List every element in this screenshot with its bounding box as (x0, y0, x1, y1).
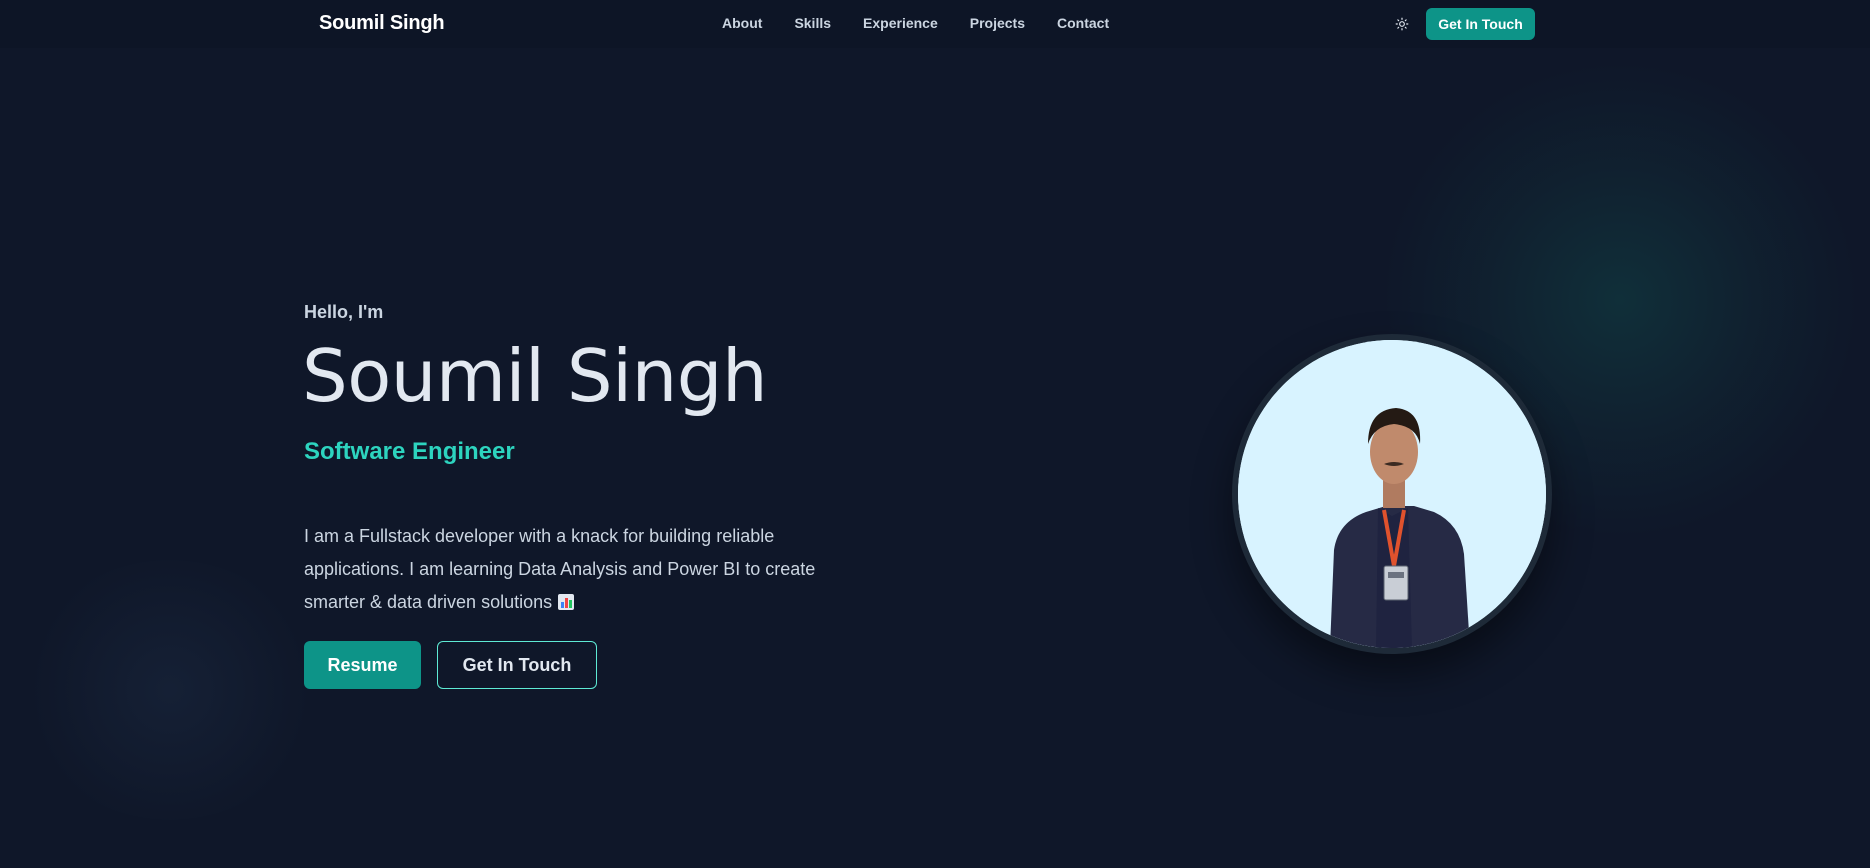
page: Soumil Singh About Skills Experience Pro… (0, 0, 1870, 868)
nav-link-about[interactable]: About (722, 15, 762, 31)
get-in-touch-button[interactable]: Get In Touch (437, 641, 597, 689)
nav-link-contact[interactable]: Contact (1057, 15, 1109, 31)
nav-get-in-touch-button[interactable]: Get In Touch (1426, 8, 1535, 40)
hero-greeting: Hello, I'm (304, 302, 384, 322)
nav-links: About Skills Experience Projects Contact (722, 15, 1109, 31)
hero-description: I am a Fullstack developer with a knack … (304, 520, 864, 619)
profile-photo (1238, 340, 1546, 648)
nav-link-projects[interactable]: Projects (970, 15, 1025, 31)
hero-role: Software Engineer (304, 438, 515, 465)
sun-icon (1395, 17, 1409, 31)
nav-link-experience[interactable]: Experience (863, 15, 938, 31)
resume-button[interactable]: Resume (304, 641, 421, 689)
theme-toggle-button[interactable] (1390, 13, 1414, 35)
brand-logo[interactable]: Soumil Singh (319, 12, 445, 35)
background-glow (20, 560, 320, 820)
avatar-frame (1232, 334, 1552, 654)
nav-link-skills[interactable]: Skills (794, 15, 831, 31)
bar-chart-emoji-icon (558, 594, 575, 610)
hero-name: Soumil Singh (302, 334, 768, 418)
avatar (1238, 340, 1546, 648)
navbar: Soumil Singh About Skills Experience Pro… (0, 0, 1870, 48)
